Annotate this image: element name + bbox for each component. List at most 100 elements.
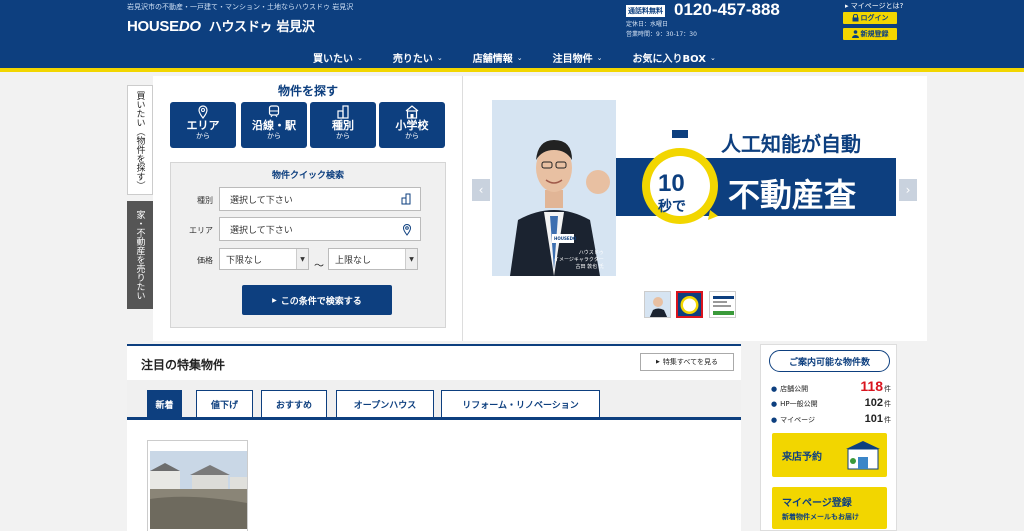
login-label: ログイン bbox=[860, 14, 889, 22]
hero-number-sub: 秒で bbox=[658, 199, 686, 215]
chevron-down-icon: ⌄ bbox=[516, 53, 523, 62]
user-icon bbox=[851, 30, 859, 38]
logo-do: DO bbox=[178, 18, 201, 35]
count-row-store: ● 店舗公開 118 件 bbox=[771, 378, 891, 394]
property-card[interactable] bbox=[147, 440, 248, 531]
hero-caption: ハウスドゥ イメージキャラクター 古田 敦也 氏 bbox=[554, 250, 604, 271]
hero-promo: 10 秒で 人工知能が自動 不動産査 bbox=[616, 100, 896, 276]
see-all-label: 特集すべてを見る bbox=[662, 358, 718, 366]
carousel-thumb-3[interactable] bbox=[709, 291, 736, 318]
tab-reform[interactable]: リフォーム・リノベーション bbox=[441, 390, 600, 417]
count-name: 店舗公開 bbox=[780, 385, 809, 393]
nav-item-store[interactable]: 店舗情報 ⌄ bbox=[458, 50, 538, 66]
area-select-value: 選択して下さい bbox=[230, 225, 293, 236]
search-submit-button[interactable]: ▶ この条件で検索する bbox=[242, 285, 392, 315]
login-button[interactable]: ログイン bbox=[843, 12, 897, 24]
caption-line: イメージキャラクター bbox=[554, 257, 604, 263]
nav-label: 店舗情報 bbox=[472, 54, 513, 65]
open-hours: 営業時間：9：30-17：30 bbox=[626, 31, 697, 38]
see-all-features-button[interactable]: ▶ 特集すべてを見る bbox=[640, 353, 734, 371]
mypage-register-button[interactable]: マイページ登録 新着物件メールもお届け bbox=[772, 487, 887, 529]
hero-headline: 人工知能が自動 bbox=[721, 132, 861, 156]
tab-recommended[interactable]: おすすめ bbox=[261, 390, 327, 417]
nav-item-buy[interactable]: 買いたい ⌄ bbox=[298, 50, 378, 66]
property-count-sidebar: ご案内可能な物件数 ● 店舗公開 118 件 ● HP一般公開 102 件 ● … bbox=[760, 344, 897, 531]
tab-buy[interactable]: 買いたい（物件を探す） bbox=[127, 85, 153, 195]
search-by-school-button[interactable]: 小学校 から bbox=[379, 102, 445, 148]
caption-line: 古田 敦也 氏 bbox=[575, 264, 604, 270]
type-label: 種別 bbox=[197, 196, 213, 205]
nav-item-sell[interactable]: 売りたい ⌄ bbox=[378, 50, 458, 66]
carousel-next-button[interactable]: › bbox=[899, 179, 917, 201]
nav-label: お気に入りBOX bbox=[632, 54, 706, 65]
mypage-question-link[interactable]: ▸ マイページとは? bbox=[845, 1, 903, 11]
carousel-thumb-2[interactable] bbox=[676, 291, 703, 318]
mypage-register-sub: 新着物件メールもお届け bbox=[782, 513, 859, 521]
quick-search: 物件クイック検索 種別 選択して下さい エリア 選択して下さい 価格 下限なし … bbox=[170, 162, 446, 328]
tab-new[interactable]: 新着 bbox=[147, 390, 182, 417]
site-logo[interactable]: HOUSEDO ハウスドゥ 岩見沢 bbox=[127, 16, 315, 35]
visit-reservation-button[interactable]: 来店予約 bbox=[772, 433, 887, 477]
chevron-down-icon: ⌄ bbox=[436, 53, 443, 62]
triangle-right-icon: ▶ bbox=[272, 296, 277, 304]
search-btn-sub: から bbox=[196, 132, 210, 140]
count-row-mypage: ● マイページ 101 件 bbox=[771, 413, 891, 425]
mypage-question-label: マイページとは? bbox=[850, 2, 904, 10]
featured-title: 注目の特集物件 bbox=[141, 358, 226, 372]
bullet-icon: ● bbox=[771, 416, 778, 424]
thumb-document-icon bbox=[710, 292, 735, 317]
price-min-select[interactable]: 下限なし ▼ bbox=[219, 248, 309, 270]
building-icon bbox=[401, 193, 411, 205]
business-hours: 定休日：水曜日 営業時間：9：30-17：30 bbox=[626, 20, 697, 40]
signup-button[interactable]: 新規登録 bbox=[843, 28, 897, 40]
search-panel: 物件を探す エリア から 沿線・駅 から 種別 から 小学校 から 物件クイック… bbox=[153, 76, 463, 341]
search-by-area-button[interactable]: エリア から bbox=[170, 102, 236, 148]
bullet-icon: ● bbox=[771, 385, 778, 393]
search-by-line-button[interactable]: 沿線・駅 から bbox=[241, 102, 307, 148]
search-btn-sub: から bbox=[405, 132, 419, 140]
signup-label: 新規登録 bbox=[860, 30, 889, 38]
nav-item-featured[interactable]: 注目物件 ⌄ bbox=[538, 50, 618, 66]
hero-logo-badge: HOUSEDO bbox=[554, 236, 577, 241]
logo-kana: ハウスドゥ 岩見沢 bbox=[208, 20, 315, 35]
featured-tabs: 新着 値下げ おすすめ オープンハウス リフォーム・リノベーション bbox=[127, 380, 741, 420]
search-btn-label: エリア bbox=[186, 119, 220, 132]
type-select[interactable]: 選択して下さい bbox=[219, 187, 421, 211]
chevron-left-icon: ‹ bbox=[478, 183, 484, 197]
search-btn-label: 沿線・駅 bbox=[252, 119, 296, 132]
area-label: エリア bbox=[189, 226, 213, 235]
phone-number[interactable]: 0120-457-888 bbox=[674, 0, 780, 20]
tab-open-house[interactable]: オープンハウス bbox=[336, 390, 434, 417]
hero-slide[interactable]: HOUSEDO ハウスドゥ イメージキャラクター 古田 敦也 氏 10 秒で 人… bbox=[492, 100, 896, 276]
nav-item-favorites[interactable]: お気に入りBOX ⌄ bbox=[618, 50, 731, 66]
search-by-type-button[interactable]: 種別 から bbox=[310, 102, 376, 148]
train-icon bbox=[268, 105, 280, 118]
tab-sell[interactable]: 家・不動産を売りたい bbox=[127, 201, 153, 309]
hero-carousel: ‹ HOUSEDO ハウスドゥ イメージキャラクター 古田 敦也 氏 10 秒で… bbox=[463, 76, 927, 341]
site-header: 岩見沢市の不動産・一戸建て・マンション・土地ならハウスドゥ 岩見沢 HOUSED… bbox=[0, 0, 1024, 72]
chevron-down-icon: ⌄ bbox=[709, 53, 716, 62]
carousel-prev-button[interactable]: ‹ bbox=[472, 179, 490, 201]
count-number: 118 bbox=[860, 378, 883, 394]
price-label: 価格 bbox=[197, 256, 213, 265]
count-name: HP一般公開 bbox=[780, 400, 818, 408]
nav-label: 売りたい bbox=[392, 54, 433, 65]
count-unit: 件 bbox=[884, 400, 891, 408]
dropdown-arrow-icon: ▼ bbox=[405, 249, 417, 269]
property-image bbox=[150, 451, 247, 529]
price-min-value: 下限なし bbox=[226, 255, 263, 266]
closed-day: 定休日：水曜日 bbox=[626, 21, 669, 28]
type-select-value: 選択して下さい bbox=[230, 195, 293, 206]
search-btn-sub: から bbox=[336, 132, 350, 140]
quick-search-title: 物件クイック検索 bbox=[271, 171, 344, 181]
main-nav: 買いたい ⌄ 売りたい ⌄ 店舗情報 ⌄ 注目物件 ⌄ お気に入りBOX ⌄ bbox=[298, 50, 731, 66]
area-select[interactable]: 選択して下さい bbox=[219, 217, 421, 241]
tab-price-down[interactable]: 値下げ bbox=[196, 390, 253, 417]
logo-main: HOUSE bbox=[127, 18, 179, 35]
price-max-select[interactable]: 上限なし ▼ bbox=[328, 248, 418, 270]
carousel-thumb-1[interactable] bbox=[644, 291, 671, 318]
hero-person-image: HOUSEDO ハウスドゥ イメージキャラクター 古田 敦也 氏 bbox=[492, 100, 616, 276]
bullet-icon: ● bbox=[771, 400, 778, 408]
thumb-person-icon bbox=[645, 292, 670, 317]
count-unit: 件 bbox=[884, 416, 891, 424]
